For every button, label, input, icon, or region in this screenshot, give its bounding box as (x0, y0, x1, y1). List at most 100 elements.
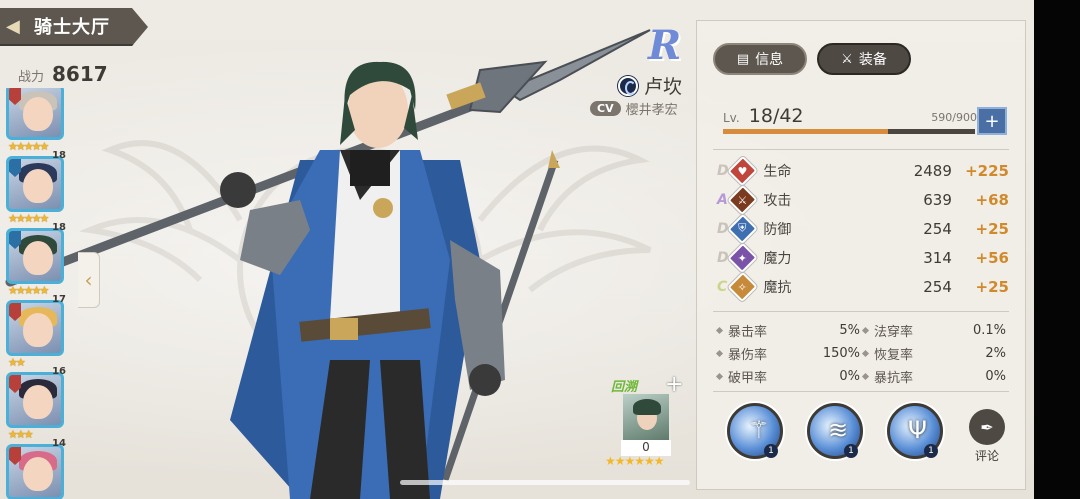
sub-stat-value: 5% (839, 323, 860, 338)
crossed-swords-icon: ⚔ (841, 51, 853, 67)
water-vortex-skill-icon[interactable]: ≋ 1 (807, 403, 863, 459)
back-arrow-icon: ◀ (6, 15, 20, 37)
chevron-left-icon: ‹ (84, 268, 93, 292)
knight-hall-back-button[interactable]: ◀ 骑士大厅 (0, 8, 148, 46)
level-up-button[interactable]: + (977, 107, 1007, 135)
level-row: Lv. 18/42 590/900 (723, 105, 993, 127)
comment-button[interactable]: ✒ 评论 (967, 409, 1007, 464)
cv-tag: CV (590, 101, 621, 116)
stat-row: C ✧ 魔抗 254 +25 (717, 271, 1009, 303)
character-info-panel: ▤ 信息 ⚔ 装备 Lv. 18/42 590/900 + D ♥ 生命 2489 +2… (696, 20, 1026, 490)
roster-item[interactable]: ★★★★★ (6, 88, 68, 153)
roster-item[interactable]: 16 ★★★ (6, 366, 68, 441)
stat-name: 魔力 (763, 251, 792, 267)
sub-stat-value: 0.1% (972, 323, 1006, 338)
tab-equipment[interactable]: ⚔ 装备 (817, 43, 911, 75)
character-roster[interactable]: ★★★★★ 18 ★★★★★ 18 ★★★★★ 17 ★★ 16 ★★★ 14 (0, 88, 80, 499)
sub-stat-value: 150% (822, 346, 860, 361)
document-icon: ▤ (736, 51, 750, 67)
roster-portrait (6, 228, 64, 284)
stat-value: 2489 (913, 162, 952, 180)
stat-icon: ♥ (727, 155, 759, 187)
stat-value: 314 (923, 249, 952, 267)
stat-value: 254 (923, 220, 952, 238)
roster-item[interactable]: 17 ★★ (6, 294, 68, 369)
roster-portrait (6, 156, 64, 212)
panel-tabs: ▤ 信息 ⚔ 装备 (713, 43, 921, 75)
roster-item[interactable]: 18 ★★★★★ (6, 222, 68, 297)
roster-item[interactable]: 18 ★★★★★ (6, 150, 68, 225)
sub-stat-name: 破甲率 (728, 371, 768, 386)
tab-info-label: 信息 (755, 52, 784, 68)
skill-level: 1 (924, 444, 938, 458)
combat-power-label: 战力 (18, 70, 45, 85)
stat-bonus: +25 (975, 278, 1009, 296)
sub-stat-name: 恢复率 (874, 348, 914, 363)
stat-icon: ⛨ (727, 213, 759, 245)
screen-edge (1034, 0, 1080, 499)
roster-portrait (6, 300, 64, 356)
page-title: 骑士大厅 (34, 17, 110, 38)
roster-portrait (6, 88, 64, 140)
stat-value: 254 (923, 278, 952, 296)
cv-name: 櫻井孝宏 (625, 103, 678, 118)
exp-bar-fill (723, 129, 889, 134)
skill-level: 1 (764, 444, 778, 458)
stat-icon: ✦ (727, 242, 759, 274)
sub-stat-name: 暴抗率 (874, 371, 914, 386)
character-name-row: 卢坎 (618, 72, 682, 99)
divider (713, 311, 1009, 312)
stat-name: 魔抗 (763, 280, 792, 296)
roster-level: 18 (52, 222, 66, 233)
sub-stat: 法穿率 0.1% (861, 321, 1009, 340)
sub-stat-row: 暴伤率 150% 恢复率 2% (715, 342, 1009, 365)
roster-portrait (6, 372, 64, 428)
stat-row: D ♥ 生命 2489 +225 (717, 155, 1009, 187)
sub-stat: 恢复率 2% (861, 344, 1009, 363)
sub-stat: 暴抗率 0% (861, 367, 1009, 386)
level-label: Lv. (723, 111, 740, 125)
tab-equipment-label: 装备 (858, 52, 887, 68)
spear-skill-icon[interactable]: ⚚ 1 (727, 403, 783, 459)
stat-icon: ✧ (727, 271, 759, 303)
combat-power-value: 8617 (52, 62, 108, 86)
sub-stat-row: 暴击率 5% 法穿率 0.1% (715, 319, 1009, 342)
roster-item[interactable]: 14 (6, 438, 68, 499)
exp-value: 590/900 (931, 111, 977, 124)
stat-row: A ⚔ 攻击 639 +68 (717, 184, 1009, 216)
tab-info[interactable]: ▤ 信息 (713, 43, 807, 75)
skill-level: 1 (844, 444, 858, 458)
voice-actor: CV 櫻井孝宏 (590, 99, 678, 118)
sub-stat-row: 破甲率 0% 暴抗率 0% (715, 365, 1009, 388)
stat-icon: ⚔ (727, 184, 759, 216)
sub-stat-name: 暴伤率 (728, 348, 768, 363)
roster-portrait (6, 444, 64, 499)
sub-stat: 暴伤率 150% (715, 344, 863, 363)
sub-stat-name: 法穿率 (874, 325, 914, 340)
trident-skill-icon[interactable]: Ψ 1 (887, 403, 943, 459)
exp-bar (723, 129, 975, 134)
stat-row: D ✦ 魔力 314 +56 (717, 242, 1009, 274)
quill-pen-icon: ✒ (969, 409, 1005, 445)
sub-stat-name: 暴击率 (728, 325, 768, 340)
combat-power: 战力 8617 (18, 62, 108, 86)
stat-value: 639 (923, 191, 952, 209)
stat-bonus: +56 (975, 249, 1009, 267)
roster-level: 16 (52, 366, 66, 377)
roster-level: 17 (52, 294, 66, 305)
level-value: 18/42 (748, 105, 804, 127)
rarity-badge: R (648, 22, 682, 69)
stat-bonus: +25 (975, 220, 1009, 238)
skills-row: ⚚ 1 ≋ 1 Ψ 1 ✒ 评论 (727, 403, 1017, 473)
sub-stat: 破甲率 0% (715, 367, 863, 386)
sub-stat: 暴击率 5% (715, 321, 863, 340)
divider (713, 149, 1009, 150)
stat-row: D ⛨ 防御 254 +25 (717, 213, 1009, 245)
home-indicator (400, 480, 690, 485)
regression-portrait (621, 392, 671, 442)
regression-stars: ★★★★★★ (605, 454, 665, 468)
sub-stat-value: 2% (985, 346, 1006, 361)
roster-collapse-button[interactable]: ‹ (78, 252, 100, 308)
element-icon (618, 75, 638, 96)
roster-level: 18 (52, 150, 66, 161)
